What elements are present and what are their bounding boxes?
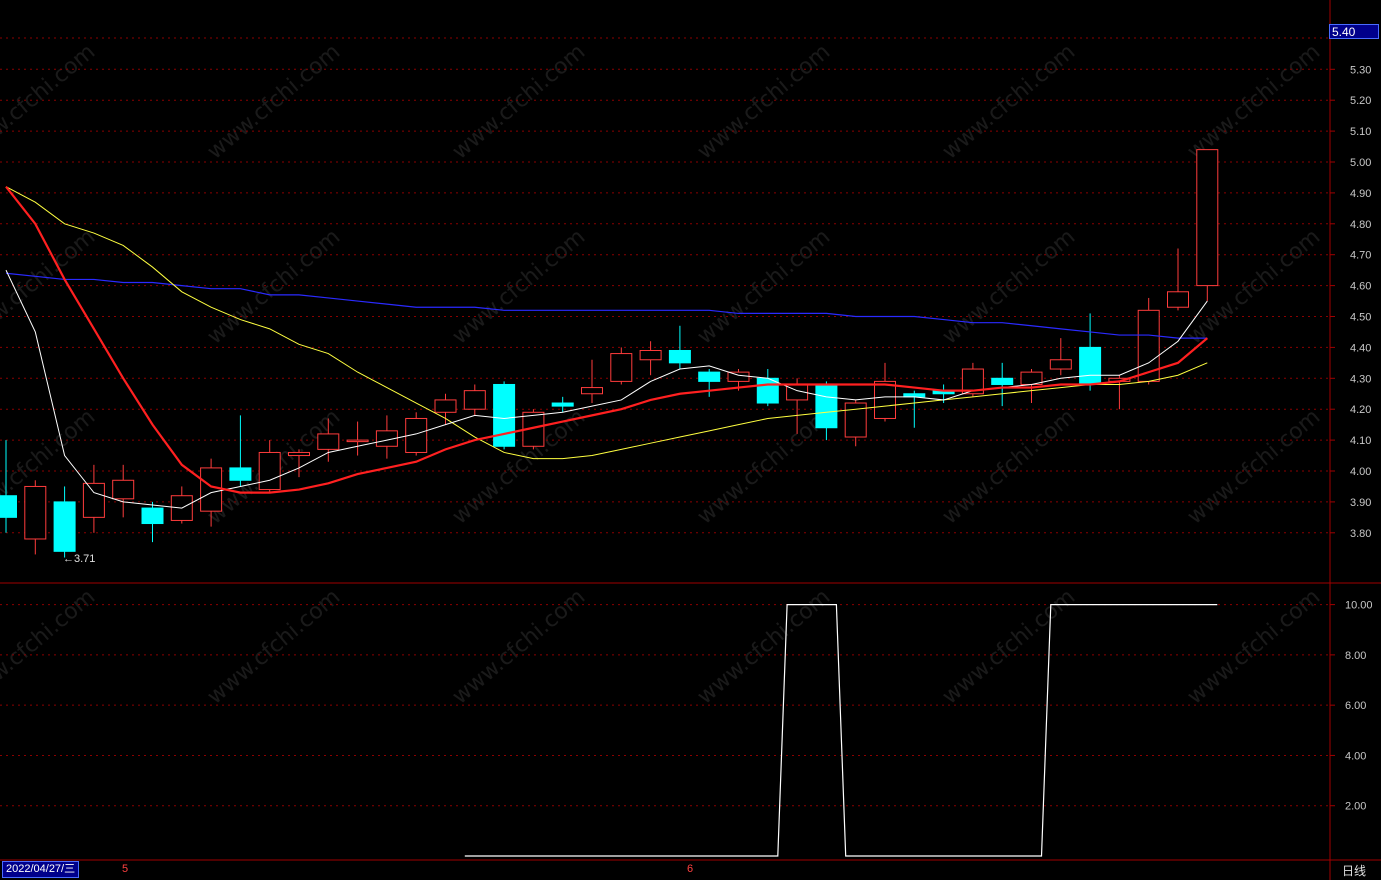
candle-up <box>581 387 603 395</box>
candle-up <box>317 433 340 450</box>
candle-down <box>551 402 574 407</box>
watermark-text: www.cfchi.com <box>0 584 100 709</box>
watermark-text: www.cfchi.com <box>938 39 1080 164</box>
watermark-text: www.cfchi.com <box>1183 584 1325 709</box>
price-tick-label: 4.30 <box>1350 373 1371 385</box>
candle-up <box>82 482 105 518</box>
indicator-tick-label: 8.00 <box>1345 650 1366 662</box>
watermark-text: www.cfchi.com <box>1183 39 1325 164</box>
price-tick-label: 5.00 <box>1350 157 1371 169</box>
watermark-text: www.cfchi.com <box>693 224 835 349</box>
candle-up <box>874 380 896 419</box>
current-price-badge: 5.40 <box>1329 24 1379 39</box>
watermark-text: www.cfchi.com <box>203 39 345 164</box>
candle-down <box>493 383 516 447</box>
price-tick-label: 3.90 <box>1350 497 1371 509</box>
candle-up <box>346 439 369 443</box>
low-price-marker: ←3.71 <box>63 553 96 565</box>
indicator-tick-label: 10.00 <box>1345 600 1373 612</box>
watermark-text: www.cfchi.com <box>0 39 100 164</box>
period-selector[interactable]: 日线 <box>1342 862 1366 879</box>
price-gridlines <box>0 37 1335 534</box>
indicator-gridlines <box>0 604 1335 807</box>
indicator-tick-label: 2.00 <box>1345 801 1366 813</box>
candle-up <box>1196 149 1219 287</box>
indicator-tick-label: 4.00 <box>1345 750 1366 762</box>
candle-down <box>0 495 17 518</box>
price-tick-label: 4.10 <box>1350 435 1371 447</box>
candle-down <box>668 349 691 364</box>
candle-down <box>229 467 252 481</box>
watermark-text: www.cfchi.com <box>693 584 835 709</box>
indicator-tick-label: 6.00 <box>1345 700 1366 712</box>
ma5-line <box>5 269 1208 509</box>
price-tick-label: 4.00 <box>1350 466 1371 478</box>
price-tick-label: 4.60 <box>1350 281 1371 293</box>
watermark-text: www.cfchi.com <box>448 584 590 709</box>
date-cursor-label[interactable]: 2022/04/27/三 <box>2 861 80 878</box>
price-tick-label: 4.80 <box>1350 219 1371 231</box>
indicator-axis-labels: 10.00 8.00 6.00 4.00 2.00 <box>1345 600 1373 813</box>
price-tick-label: 4.70 <box>1350 250 1371 262</box>
candle-up <box>112 479 135 500</box>
candle-down <box>53 501 76 552</box>
candle-up <box>639 349 662 361</box>
indicator-series-line <box>464 603 1218 857</box>
price-tick-label: 4.40 <box>1350 342 1371 354</box>
watermark-text: www.cfchi.com <box>693 39 835 164</box>
watermark-text: www.cfchi.com <box>938 224 1080 349</box>
watermark-text: www.cfchi.com <box>693 404 835 529</box>
watermark-text: www.cfchi.com <box>448 404 590 529</box>
candle-up <box>288 451 310 457</box>
watermark-text: www.cfchi.com <box>1183 404 1325 529</box>
price-tick-label: 5.10 <box>1350 126 1371 138</box>
candle-down <box>756 377 779 404</box>
price-tick-label: 4.90 <box>1350 188 1371 200</box>
candlestick-series <box>0 149 1219 558</box>
price-tick-label: 3.80 <box>1350 528 1371 540</box>
candle-down <box>698 371 721 382</box>
candle-up <box>200 467 223 512</box>
candle-up <box>727 371 750 382</box>
watermark-text: www.cfchi.com <box>0 224 100 349</box>
stock-chart[interactable]: www.cfchi.com www.cfchi.com www.cfchi.com w… <box>0 0 1381 880</box>
price-tick-label: 4.50 <box>1350 312 1371 324</box>
price-axis-labels: 5.30 5.20 5.10 5.00 4.90 4.80 4.70 4.60 4.50 4.40… <box>1350 64 1371 540</box>
candle-down <box>141 507 164 525</box>
watermark-text: www.cfchi.com <box>448 224 590 349</box>
month-label-june: 6 <box>687 863 694 875</box>
candle-up <box>1049 359 1072 370</box>
candle-up <box>610 353 633 382</box>
candle-up <box>258 451 281 491</box>
month-label-may: 5 <box>122 863 129 875</box>
price-tick-label: 5.30 <box>1350 64 1371 76</box>
candle-down <box>991 377 1014 385</box>
price-tick-label: 4.20 <box>1350 404 1371 416</box>
candle-up <box>24 485 47 540</box>
candle-up <box>434 399 457 413</box>
candle-down <box>1079 346 1102 385</box>
price-tick-label: 5.20 <box>1350 95 1371 107</box>
watermark-text: www.cfchi.com <box>203 584 345 709</box>
watermark-text: www.cfchi.com <box>938 404 1080 529</box>
watermark-text: www.cfchi.com <box>448 39 590 164</box>
candle-up <box>1167 291 1189 308</box>
watermark-layer: www.cfchi.com www.cfchi.com www.cfchi.com w… <box>0 39 1325 709</box>
candle-up <box>463 390 486 410</box>
indicator-line <box>464 603 1218 857</box>
ma20-line <box>5 186 1208 460</box>
watermark-text: www.cfchi.com <box>938 584 1080 709</box>
candle-down <box>815 383 838 429</box>
